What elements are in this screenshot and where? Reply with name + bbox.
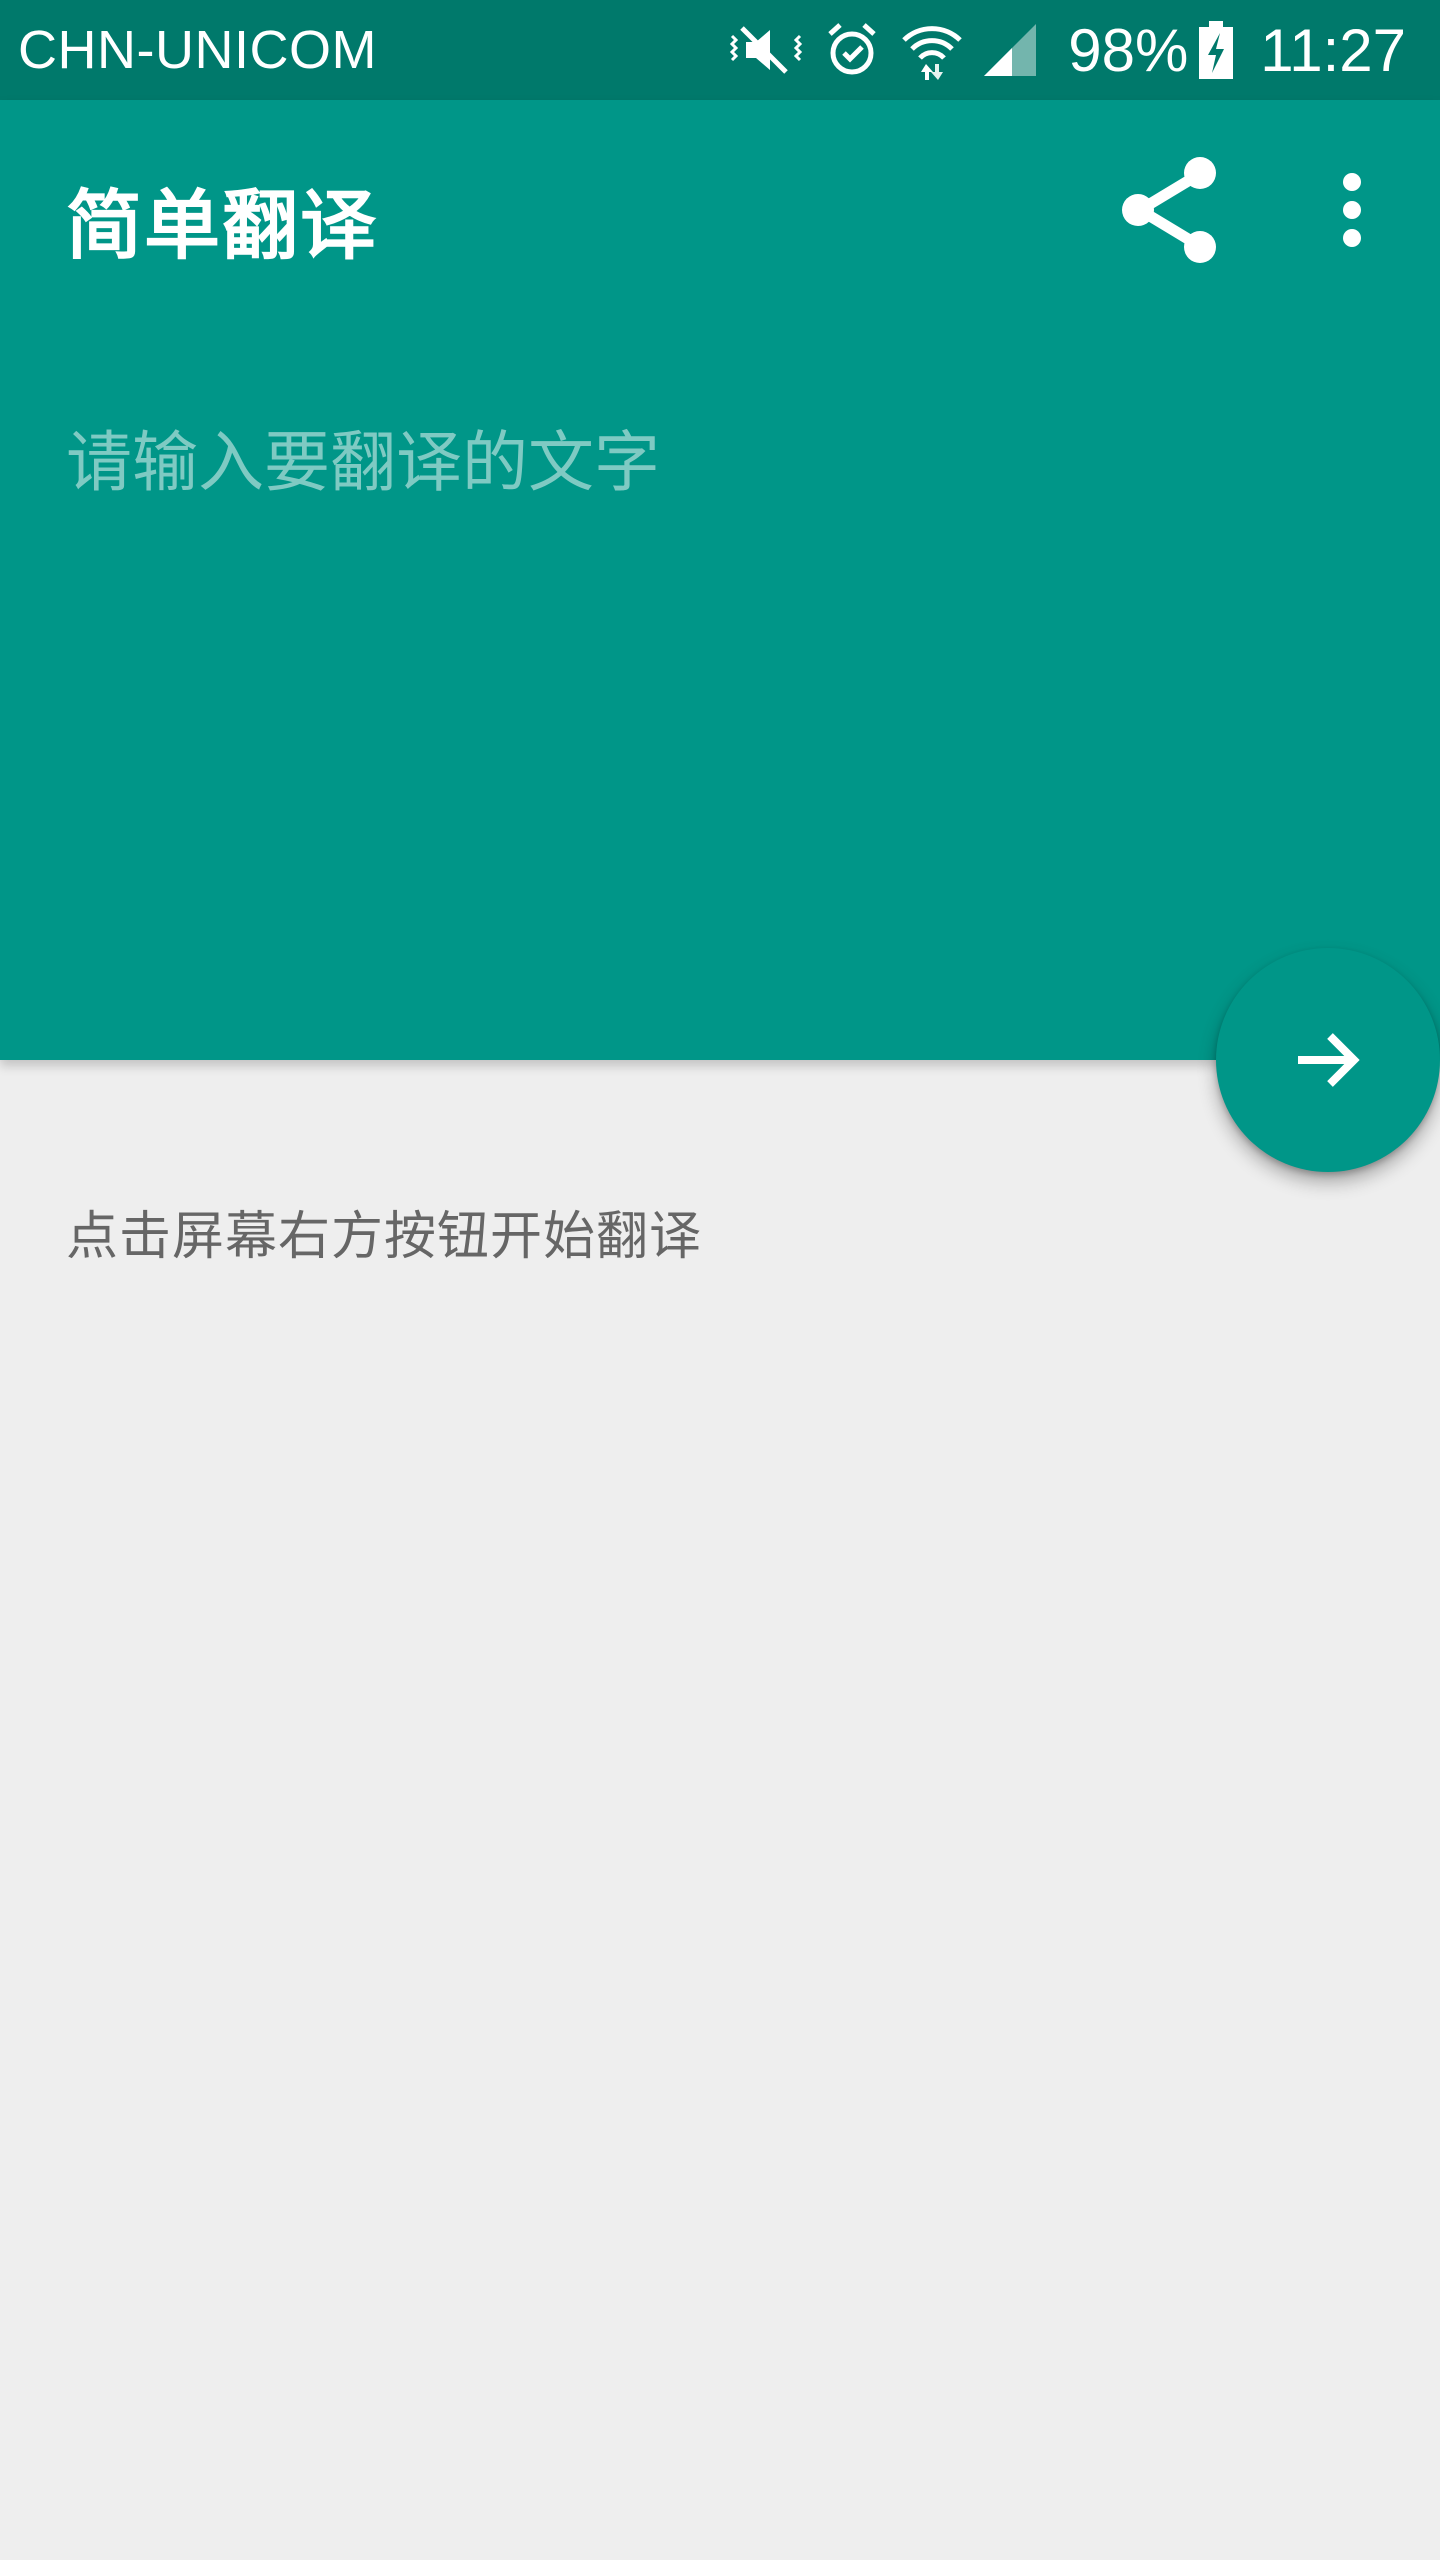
alarm-icon xyxy=(824,20,880,80)
translate-fab-button[interactable] xyxy=(1216,948,1440,1172)
app-screen: CHN-UNICOM 98% 11:27 简单翻译 请输入要翻译的文字 点击屏幕… xyxy=(0,0,1440,2560)
more-options-button[interactable] xyxy=(1300,150,1404,270)
clock: 11:27 xyxy=(1260,16,1406,84)
arrow-forward-icon xyxy=(1298,1033,1360,1087)
battery-charging-icon xyxy=(1196,19,1236,81)
signal-icon xyxy=(982,22,1038,78)
translation-result: 点击屏幕右方按钮开始翻译 xyxy=(66,1207,703,1267)
translate-input[interactable] xyxy=(66,420,1366,920)
wifi-icon xyxy=(900,18,964,82)
share-button[interactable] xyxy=(1110,150,1230,270)
app-header: 简单翻译 xyxy=(0,100,1440,1060)
carrier-label: CHN-UNICOM xyxy=(18,20,377,80)
page-title: 简单翻译 xyxy=(66,181,378,270)
more-vert-icon xyxy=(1343,173,1361,247)
share-icon xyxy=(1122,157,1216,263)
mute-vibrate-icon xyxy=(724,20,808,80)
status-icons: 98% 11:27 xyxy=(724,16,1406,85)
battery-percent: 98% xyxy=(1068,16,1189,84)
status-bar: CHN-UNICOM 98% 11:27 xyxy=(0,0,1440,100)
